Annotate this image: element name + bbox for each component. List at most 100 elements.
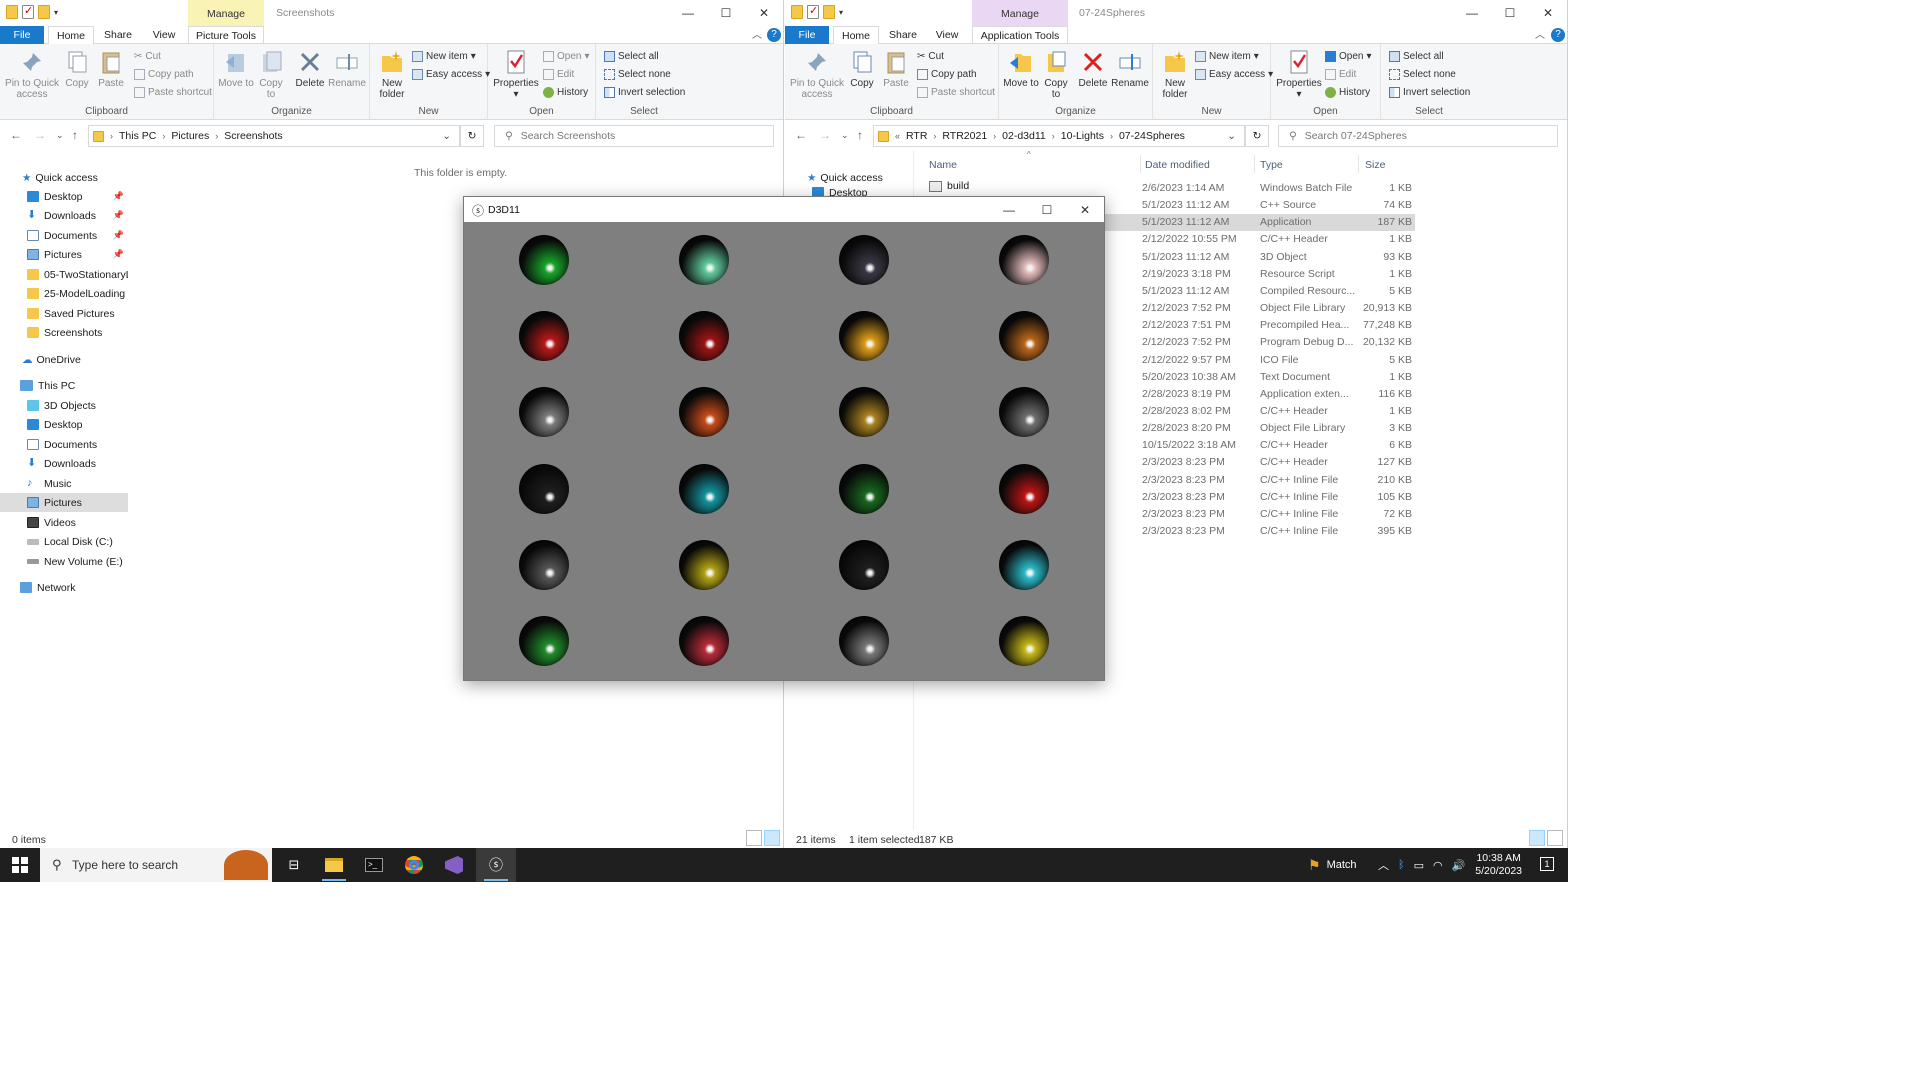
select-all-button[interactable]: Select all — [604, 51, 659, 62]
recent-locations-chevron-icon[interactable]: ⌄ — [841, 130, 849, 141]
cut-button[interactable]: ✂ Cut — [134, 51, 161, 62]
taskbar-visual-studio[interactable] — [434, 848, 474, 882]
nav-this-pc[interactable]: This PC — [0, 376, 128, 395]
paste-button[interactable]: Paste — [96, 48, 126, 89]
search-input[interactable]: ⚲ Search Screenshots — [494, 125, 774, 147]
file-row[interactable]: 5/20/2023 10:38 AM Text Document 1 KB — [1105, 369, 1415, 386]
forward-arrow-icon[interactable]: → — [819, 128, 831, 142]
details-view-button[interactable] — [746, 830, 762, 846]
easy-access-button[interactable]: Easy access ▾ — [1195, 69, 1273, 80]
refresh-button[interactable]: ↻ — [460, 125, 484, 147]
file-row[interactable]: 5/1/2023 11:12 AM Application 187 KB — [1105, 214, 1415, 232]
minimize-button[interactable]: — — [1453, 0, 1491, 26]
wifi-icon[interactable]: ◠ — [1433, 859, 1443, 872]
breadcrumb-rtr2021[interactable]: RTR2021 — [942, 130, 987, 142]
paste-shortcut-button[interactable]: Paste shortcut — [917, 87, 995, 98]
select-none-button[interactable]: Select none — [1389, 69, 1456, 80]
tab-picture-tools[interactable]: Picture Tools — [188, 26, 264, 44]
nav-pc-pictures[interactable]: Pictures — [0, 493, 128, 512]
up-arrow-icon[interactable]: ↑ — [857, 128, 863, 142]
nav-desktop[interactable]: Desktop — [785, 187, 913, 196]
taskbar-chrome[interactable] — [394, 848, 434, 882]
task-view-button[interactable]: ⊟ — [274, 848, 314, 882]
column-type[interactable]: Type — [1255, 155, 1359, 173]
maximize-button[interactable]: ☐ — [707, 0, 745, 26]
notification-center-icon[interactable]: 1 — [1540, 857, 1554, 871]
edit-button[interactable]: Edit — [543, 69, 574, 80]
nav-desktop[interactable]: Desktop 📌 — [0, 187, 128, 206]
nav-pc-desktop[interactable]: Desktop — [0, 415, 128, 434]
file-row[interactable]: 2/12/2022 9:57 PM ICO File 5 KB — [1105, 352, 1415, 369]
weather-widget[interactable]: ⚑ Match — [1308, 848, 1357, 882]
address-dropdown-icon[interactable]: ⌄ — [1227, 130, 1236, 142]
new-folder-button[interactable]: New folder — [1157, 48, 1193, 100]
minimize-button[interactable]: — — [990, 197, 1028, 223]
file-row[interactable]: 2/3/2023 8:23 PM C/C++ Header 127 KB — [1105, 454, 1415, 471]
invert-selection-button[interactable]: Invert selection — [1389, 87, 1470, 98]
collapse-ribbon-icon[interactable]: ︿ — [1535, 26, 1545, 41]
taskbar-d3d11-app[interactable]: ⓢ — [476, 848, 516, 882]
nav-pc-videos[interactable]: Videos — [0, 513, 128, 532]
nav-onedrive[interactable]: ☁ OneDrive — [0, 350, 128, 369]
nav-folder-screenshots[interactable]: Screenshots — [0, 323, 128, 342]
properties-button[interactable]: Properties ▾ — [492, 48, 540, 100]
breadcrumb-overflow-icon[interactable]: « — [895, 131, 900, 141]
taskbar-search-box[interactable]: ⚲ Type here to search — [40, 848, 272, 882]
file-row[interactable]: 2/28/2023 8:20 PM Object File Library 3 KB — [1105, 420, 1415, 437]
open-button[interactable]: Open ▾ — [1325, 51, 1372, 62]
open-button[interactable]: Open ▾ — [543, 51, 590, 62]
invert-selection-button[interactable]: Invert selection — [604, 87, 685, 98]
cut-button[interactable]: ✂ Cut — [917, 51, 944, 62]
tab-home[interactable]: Home — [48, 26, 94, 45]
breadcrumb-02-d3d11[interactable]: 02-d3d11 — [1002, 130, 1046, 142]
nav-pc-documents[interactable]: Documents — [0, 435, 128, 454]
file-row[interactable]: 2/6/2023 1:14 AM Windows Batch File 1 KB — [1105, 180, 1415, 197]
move-to-button[interactable]: Move to — [218, 48, 254, 89]
close-button[interactable]: ✕ — [1529, 0, 1567, 26]
tab-view[interactable]: View — [144, 26, 184, 44]
file-row[interactable]: 10/15/2022 3:18 AM C/C++ Header 6 KB — [1105, 437, 1415, 454]
tab-application-tools[interactable]: Application Tools — [972, 26, 1068, 44]
tab-share[interactable]: Share — [98, 26, 138, 44]
breadcrumb-screenshots[interactable]: Screenshots — [224, 130, 282, 142]
column-size[interactable]: Size — [1359, 155, 1413, 173]
search-input[interactable]: ⚲ Search 07-24Spheres — [1278, 125, 1558, 147]
new-item-button[interactable]: New item ▾ — [1195, 51, 1259, 62]
tab-file[interactable]: File — [785, 26, 829, 44]
copy-to-button[interactable]: Copy to — [1039, 48, 1073, 100]
manage-tab[interactable]: Manage — [972, 0, 1068, 26]
file-row[interactable]: 2/3/2023 8:23 PM C/C++ Inline File 105 KB — [1105, 489, 1415, 506]
clock[interactable]: 10:38 AM 5/20/2023 — [1475, 852, 1522, 878]
taskbar-terminal[interactable]: >_ — [354, 848, 394, 882]
nav-folder-saved-pictures[interactable]: Saved Pictures — [0, 304, 128, 323]
new-folder-icon[interactable] — [823, 5, 835, 19]
rename-button[interactable]: Rename — [328, 48, 366, 89]
paste-button[interactable]: Paste — [881, 48, 911, 89]
render-canvas[interactable] — [464, 222, 1104, 680]
nav-folder-25-modelloading[interactable]: 25-ModelLoading — [0, 284, 128, 303]
tab-share[interactable]: Share — [883, 26, 923, 44]
file-row[interactable]: 2/12/2023 7:52 PM Program Debug D... 20,13… — [1105, 334, 1415, 351]
properties-icon[interactable] — [807, 4, 819, 19]
up-arrow-icon[interactable]: ↑ — [72, 128, 78, 142]
bluetooth-icon[interactable]: ᛒ — [1398, 859, 1405, 871]
forward-arrow-icon[interactable]: → — [34, 128, 46, 142]
breadcrumb-07-24spheres[interactable]: 07-24Spheres — [1119, 130, 1185, 142]
start-button[interactable] — [0, 848, 40, 882]
nav-pc-music[interactable]: ♪ Music — [0, 474, 128, 493]
copy-button[interactable]: Copy — [62, 48, 92, 89]
nav-documents[interactable]: Documents 📌 — [0, 226, 128, 245]
new-folder-button[interactable]: New folder — [374, 48, 410, 100]
file-row[interactable]: 2/3/2023 8:23 PM C/C++ Inline File 72 KB — [1105, 506, 1415, 523]
properties-icon[interactable] — [22, 4, 34, 19]
select-all-button[interactable]: Select all — [1389, 51, 1444, 62]
pin-to-quick-access-button[interactable]: Pin to Quick access — [789, 48, 845, 100]
file-row-build[interactable]: build — [929, 180, 969, 192]
column-date-modified[interactable]: Date modified — [1141, 155, 1255, 173]
volume-icon[interactable]: 🔊 — [1452, 859, 1466, 872]
copy-button[interactable]: Copy — [847, 48, 877, 89]
copy-to-button[interactable]: Copy to — [254, 48, 288, 100]
edit-button[interactable]: Edit — [1325, 69, 1356, 80]
nav-quick-access[interactable]: ★ Quick access — [785, 168, 913, 187]
help-icon[interactable]: ? — [1551, 28, 1565, 42]
